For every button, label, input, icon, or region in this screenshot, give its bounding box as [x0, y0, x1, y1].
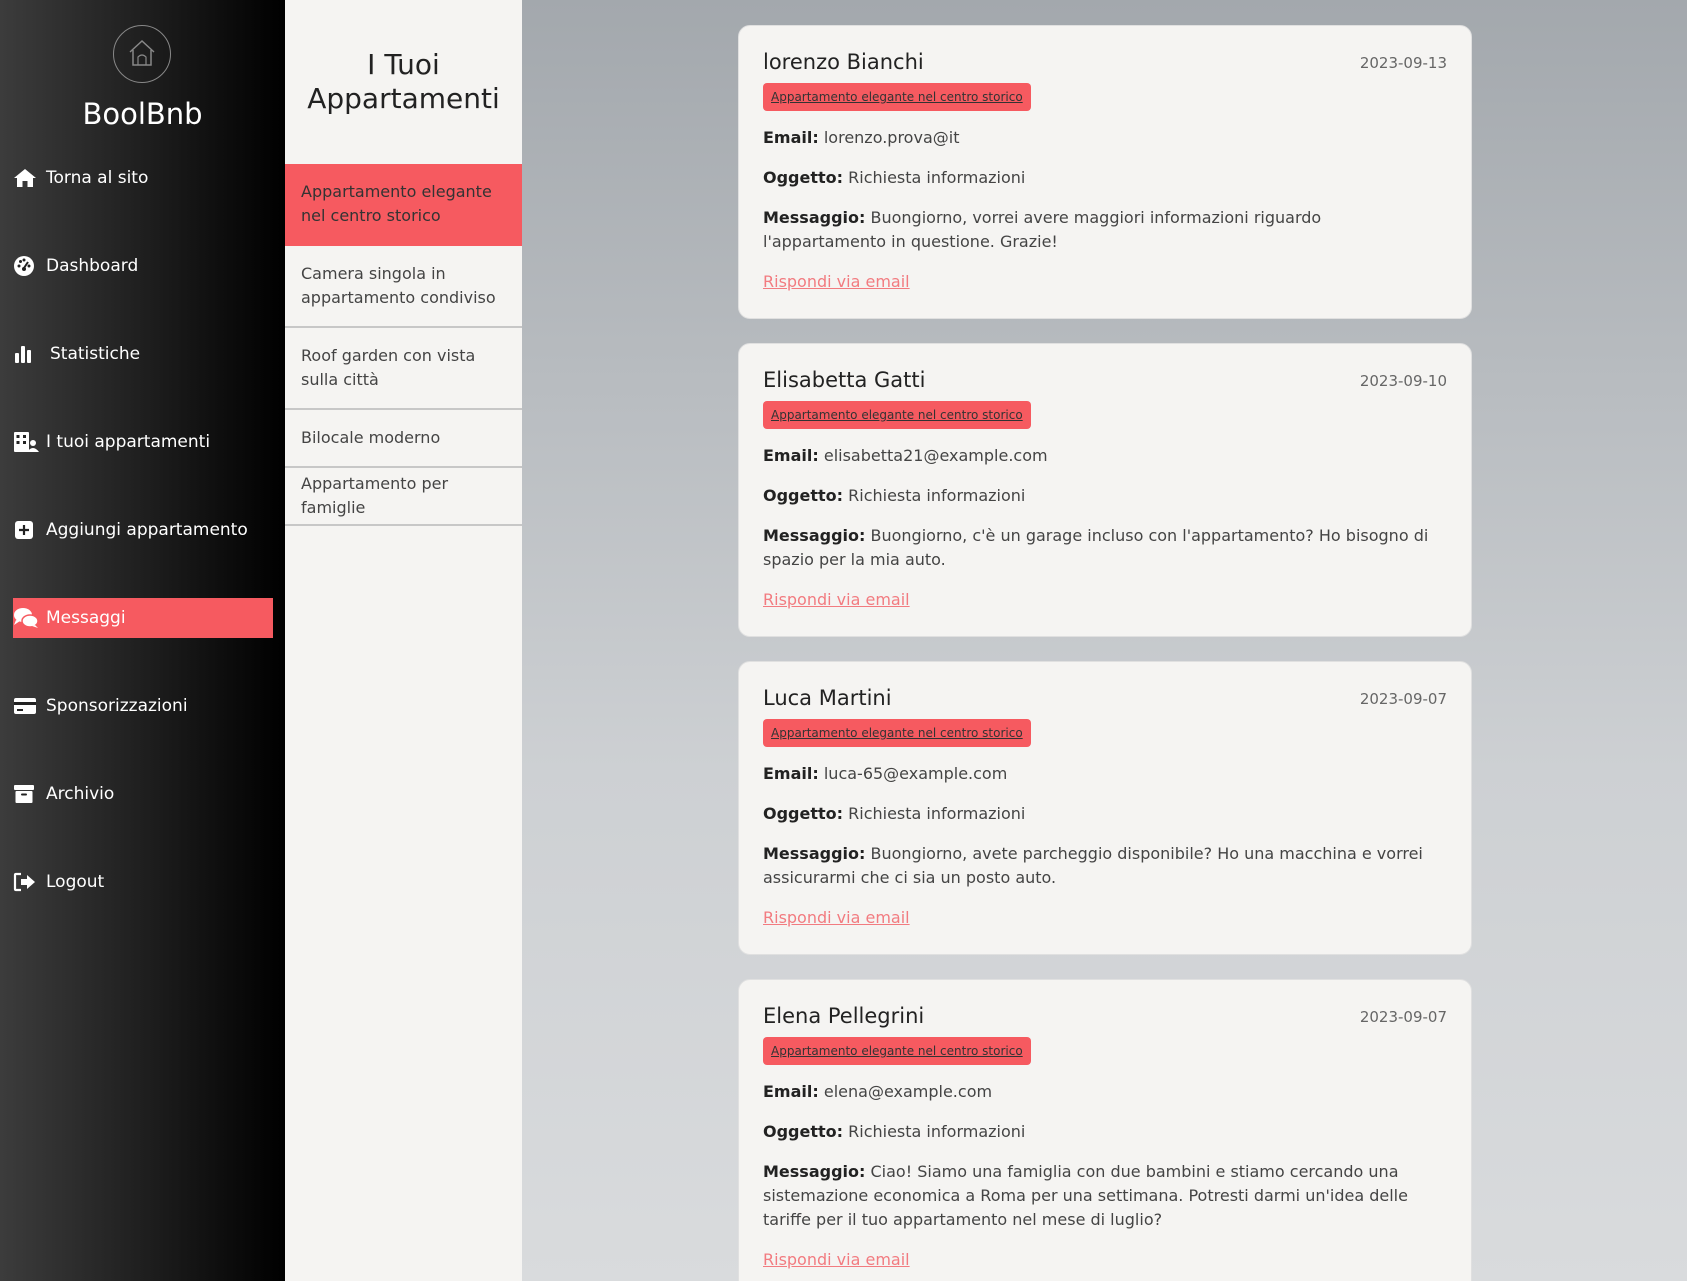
email-row: Email: lorenzo.prova@it [763, 126, 1449, 150]
subject-row: Oggetto: Richiesta informazioni [763, 1120, 1449, 1144]
nav-item-i-tuoi-appartamenti[interactable]: I tuoi appartamenti [13, 422, 273, 462]
reply-email-link[interactable]: Rispondi via email [763, 272, 910, 291]
reply-email-link[interactable]: Rispondi via email [763, 590, 910, 609]
message-card: Elena Pellegrini 2023-09-07 Appartamento… [738, 979, 1472, 1281]
message-label: Messaggio: [763, 208, 866, 227]
house-logo-icon [129, 39, 155, 66]
subject-value: Richiesta informazioni [848, 1122, 1026, 1141]
home-icon [13, 166, 39, 190]
subject-label: Oggetto: [763, 1122, 844, 1141]
message-date: 2023-09-13 [1359, 54, 1447, 72]
email-label: Email: [763, 764, 819, 783]
email-row: Email: luca-65@example.com [763, 762, 1449, 786]
message-card: Elisabetta Gatti 2023-09-10 Appartamento… [738, 343, 1472, 637]
apartments-title-line1: I Tuoi [367, 48, 440, 81]
reply-email-link[interactable]: Rispondi via email [763, 908, 910, 927]
app: BoolBnb Torna al sito Dashboard Statisti… [0, 0, 1687, 1281]
sender-name: Elena Pellegrini [763, 1004, 925, 1028]
reply-email-link[interactable]: Rispondi via email [763, 1250, 910, 1269]
subject-row: Oggetto: Richiesta informazioni [763, 166, 1449, 190]
apartment-badge-link[interactable]: Appartamento elegante nel centro storico [763, 83, 1031, 111]
message-label: Messaggio: [763, 1162, 866, 1181]
sender-name: Luca Martini [763, 686, 892, 710]
logout-icon [13, 870, 39, 894]
message-date: 2023-09-07 [1359, 690, 1447, 708]
subject-label: Oggetto: [763, 486, 844, 505]
nav-item-archivio[interactable]: Archivio [13, 774, 273, 814]
gauge-icon [13, 254, 39, 278]
apartment-item-label: Appartamento elegante nel centro storico [301, 182, 492, 225]
nav-item-label: Messaggi [46, 608, 126, 628]
message-card: lorenzo Bianchi 2023-09-13 Appartamento … [738, 25, 1472, 319]
apartments-title: I Tuoi Appartamenti [285, 48, 522, 116]
nav-item-label: Dashboard [46, 256, 139, 276]
email-row: Email: elena@example.com [763, 1080, 1449, 1104]
subject-row: Oggetto: Richiesta informazioni [763, 802, 1449, 826]
subject-label: Oggetto: [763, 168, 844, 187]
apartment-item-label: Appartamento per famiglie [301, 474, 449, 517]
subject-value: Richiesta informazioni [848, 804, 1026, 823]
message-row: Messaggio: Buongiorno, vorrei avere magg… [763, 206, 1449, 254]
message-label: Messaggio: [763, 526, 866, 545]
credit-card-icon [13, 694, 39, 718]
subject-label: Oggetto: [763, 804, 844, 823]
apartment-item-label: Roof garden con vista sulla città [301, 346, 476, 389]
subject-value: Richiesta informazioni [848, 168, 1026, 187]
apartment-item-label: Bilocale moderno [301, 428, 441, 447]
nav-item-statistiche[interactable]: Statistiche [13, 334, 273, 374]
message-label: Messaggio: [763, 844, 866, 863]
nav-item-label: Archivio [46, 784, 115, 804]
sidebar: BoolBnb Torna al sito Dashboard Statisti… [0, 0, 285, 1281]
message-date: 2023-09-10 [1359, 372, 1447, 390]
apartment-badge-link[interactable]: Appartamento elegante nel centro storico [763, 401, 1031, 429]
message-row: Messaggio: Buongiorno, c'è un garage inc… [763, 524, 1449, 572]
email-label: Email: [763, 1082, 819, 1101]
bar-chart-icon [13, 342, 39, 366]
nav-item-logout[interactable]: Logout [13, 862, 273, 902]
message-row: Messaggio: Buongiorno, avete parcheggio … [763, 842, 1449, 890]
apartments-title-line2: Appartamenti [307, 82, 500, 115]
subject-value: Richiesta informazioni [848, 486, 1026, 505]
nav-item-torna-al-sito[interactable]: Torna al sito [13, 158, 273, 198]
email-value: luca-65@example.com [823, 764, 1008, 783]
apartment-item[interactable]: Roof garden con vista sulla città [285, 328, 522, 410]
apartment-item[interactable]: Appartamento elegante nel centro storico [285, 164, 522, 246]
apartment-item-label: Camera singola in appartamento condiviso [301, 264, 496, 307]
apartments-list: Appartamento elegante nel centro storico… [285, 164, 522, 526]
nav-item-label: Logout [46, 872, 105, 892]
message-date: 2023-09-07 [1359, 1008, 1447, 1026]
email-value: elisabetta21@example.com [823, 446, 1048, 465]
subject-row: Oggetto: Richiesta informazioni [763, 484, 1449, 508]
message-card: Luca Martini 2023-09-07 Appartamento ele… [738, 661, 1472, 955]
nav-item-label: Torna al sito [46, 168, 149, 188]
sender-name: Elisabetta Gatti [763, 368, 926, 392]
building-user-icon [13, 430, 39, 454]
apartment-item[interactable]: Camera singola in appartamento condiviso [285, 246, 522, 328]
nav-item-label: Statistiche [50, 344, 141, 364]
email-value: lorenzo.prova@it [823, 128, 960, 147]
nav-item-dashboard[interactable]: Dashboard [13, 246, 273, 286]
apartments-panel: I Tuoi Appartamenti Appartamento elegant… [285, 0, 522, 1281]
archive-icon [13, 782, 39, 806]
apartment-item[interactable]: Appartamento per famiglie [285, 468, 522, 526]
nav-item-label: Sponsorizzazioni [46, 696, 188, 716]
nav-item-sponsorizzazioni[interactable]: Sponsorizzazioni [13, 686, 273, 726]
message-row: Messaggio: Ciao! Siamo una famiglia con … [763, 1160, 1449, 1232]
sender-name: lorenzo Bianchi [763, 50, 924, 74]
logo[interactable] [113, 25, 171, 83]
nav-item-aggiungi-appartamento[interactable]: Aggiungi appartamento [13, 510, 273, 550]
nav-item-label: Aggiungi appartamento [46, 520, 248, 540]
plus-square-icon [13, 518, 39, 542]
nav-item-messaggi[interactable]: Messaggi [13, 598, 273, 638]
apartment-badge-link[interactable]: Appartamento elegante nel centro storico [763, 719, 1031, 747]
email-label: Email: [763, 128, 819, 147]
apartment-item[interactable]: Bilocale moderno [285, 410, 522, 468]
email-label: Email: [763, 446, 819, 465]
brand-name: BoolBnb [82, 97, 203, 131]
apartment-badge-link[interactable]: Appartamento elegante nel centro storico [763, 1037, 1031, 1065]
nav-item-label: I tuoi appartamenti [46, 432, 211, 452]
comments-icon [13, 606, 39, 630]
email-row: Email: elisabetta21@example.com [763, 444, 1449, 468]
email-value: elena@example.com [823, 1082, 993, 1101]
